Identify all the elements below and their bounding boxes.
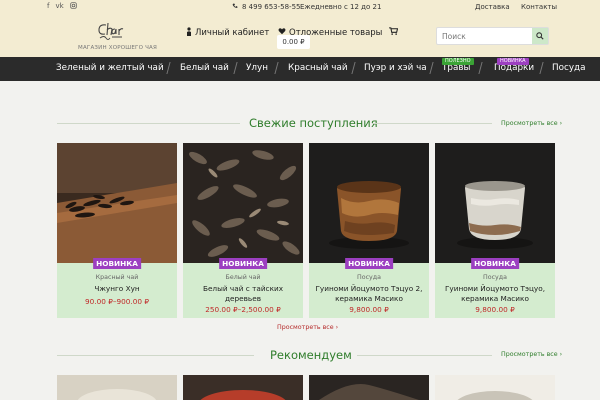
search-input[interactable] — [437, 28, 532, 44]
section-divider — [357, 355, 492, 356]
product-name[interactable]: Гуиноми Йоцумото Тэцуо 2, керамика Масик… — [313, 284, 425, 304]
product-image-loose-leaf-tea[interactable] — [57, 143, 177, 263]
fresh-view-all-link[interactable]: Просмотреть все › — [501, 120, 562, 127]
nav-item-white-tea[interactable]: Белый чай — [180, 63, 229, 73]
fresh-section-title: Свежие поступления — [249, 116, 378, 130]
recommended-section-title: Рекомендуем — [270, 348, 352, 362]
product-price: 9,800.00 ₽ — [475, 305, 515, 314]
working-hours: Ежедневно с 12 до 21 — [300, 3, 382, 11]
product-image-white-ceramic-cup[interactable] — [435, 143, 555, 263]
account-label: Личный кабинет — [195, 28, 270, 38]
product-info: НОВИНКА Красный чай Чжунго Хун 90.00 ₽–9… — [57, 258, 177, 318]
product-info: НОВИНКА Посуда Гуиноми Йоцумото Тэцуо 2,… — [309, 258, 429, 318]
product-name[interactable]: Белый чай с тайских деревьев — [187, 284, 299, 304]
phone-contact[interactable]: 8 499 653-58-55 — [232, 3, 301, 11]
account-link[interactable]: Личный кабинет — [186, 27, 269, 39]
nav-separator — [429, 62, 434, 74]
product-name[interactable]: Чжунго Хун — [61, 284, 173, 294]
product-image-brown-ceramic-cup[interactable] — [309, 143, 429, 263]
nav-item-herbs[interactable]: ПОЛЕЗНО Травы — [442, 58, 474, 73]
product-info: НОВИНКА Посуда Гуиноми Йоцумото Тэцуо, к… — [435, 258, 555, 318]
nav-separator — [274, 62, 279, 74]
site-logo[interactable]: МАГАЗИН ХОРОШЕГО ЧАЯ — [78, 19, 178, 53]
phone-number: 8 499 653-58-55 — [242, 3, 301, 11]
delivery-link[interactable]: Доставка — [475, 3, 510, 11]
fresh-more-link[interactable]: Просмотреть все › — [277, 324, 338, 331]
top-bar: f vk 8 499 653-58-55 Ежедневно с 12 до 2… — [0, 0, 600, 15]
product-category[interactable]: Красный чай — [57, 274, 177, 281]
vk-icon[interactable]: vk — [55, 2, 63, 11]
product-category[interactable]: Посуда — [435, 274, 555, 281]
nav-separator — [166, 62, 171, 74]
nav-item-puer[interactable]: Пуэр и хэй ча — [364, 63, 427, 73]
search-button[interactable] — [532, 28, 548, 44]
phone-icon — [232, 3, 238, 11]
nav-separator — [478, 62, 483, 74]
nav-item-gifts[interactable]: НОВИНКА Подарки — [494, 58, 534, 73]
new-badge: НОВИНКА — [93, 258, 141, 269]
product-price: 250.00 ₽–2,500.00 ₽ — [205, 305, 281, 314]
product-category[interactable]: Белый чай — [183, 274, 303, 281]
facebook-icon[interactable]: f — [47, 2, 49, 11]
nav-separator — [351, 62, 356, 74]
section-divider — [372, 123, 492, 124]
nav-separator — [233, 62, 238, 74]
recommended-product-image[interactable] — [435, 375, 555, 400]
product-card[interactable]: НОВИНКА Красный чай Чжунго Хун 90.00 ₽–9… — [57, 143, 177, 318]
product-card[interactable]: НОВИНКА Посуда Гуиноми Йоцумото Тэцуо 2,… — [309, 143, 429, 318]
product-image-white-tea[interactable] — [183, 143, 303, 263]
recommended-product-image[interactable] — [183, 375, 303, 400]
product-card[interactable]: НОВИНКА Белый чай Белый чай с тайских де… — [183, 143, 303, 318]
product-category[interactable]: Посуда — [309, 274, 429, 281]
section-divider — [57, 123, 240, 124]
contacts-link[interactable]: Контакты — [521, 3, 557, 11]
main-navigation: Зеленый и желтый чай Белый чай Улун Крас… — [0, 57, 600, 81]
social-links: f vk — [47, 2, 77, 11]
nav-item-tableware[interactable]: Посуда — [552, 63, 586, 73]
nav-item-oolong[interactable]: Улун — [246, 63, 268, 73]
recommended-view-all-link[interactable]: Просмотреть все › — [501, 351, 562, 358]
search-box — [436, 27, 549, 45]
site-header: МАГАЗИН ХОРОШЕГО ЧАЯ Личный кабинет Отло… — [0, 15, 600, 57]
instagram-icon[interactable] — [70, 2, 77, 11]
recommended-product-image[interactable] — [309, 375, 429, 400]
user-icon — [186, 27, 192, 39]
logo-tagline: МАГАЗИН ХОРОШЕГО ЧАЯ — [78, 45, 158, 51]
nav-separator — [539, 62, 544, 74]
cart-icon — [389, 27, 399, 35]
nav-item-green-yellow-tea[interactable]: Зеленый и желтый чай — [56, 63, 164, 73]
product-card[interactable]: НОВИНКА Посуда Гуиноми Йоцумото Тэцуо, к… — [435, 143, 555, 318]
logo-script-mark — [98, 22, 124, 40]
cart-button[interactable] — [389, 27, 399, 37]
gifts-badge: НОВИНКА — [497, 58, 529, 65]
product-name[interactable]: Гуиноми Йоцумото Тэцуо, керамика Масико — [439, 284, 551, 304]
new-badge: НОВИНКА — [345, 258, 393, 269]
herbs-badge: ПОЛЕЗНО — [442, 58, 474, 65]
section-divider — [57, 355, 254, 356]
product-info: НОВИНКА Белый чай Белый чай с тайских де… — [183, 258, 303, 318]
nav-item-red-tea[interactable]: Красный чай — [288, 63, 348, 73]
search-icon — [536, 32, 544, 40]
product-price: 90.00 ₽–900.00 ₽ — [85, 297, 149, 306]
product-price: 9,800.00 ₽ — [349, 305, 389, 314]
recommended-product-image[interactable] — [57, 375, 177, 400]
new-badge: НОВИНКА — [471, 258, 519, 269]
new-badge: НОВИНКА — [219, 258, 267, 269]
cart-total[interactable]: 0.00 ₽ — [277, 35, 310, 49]
